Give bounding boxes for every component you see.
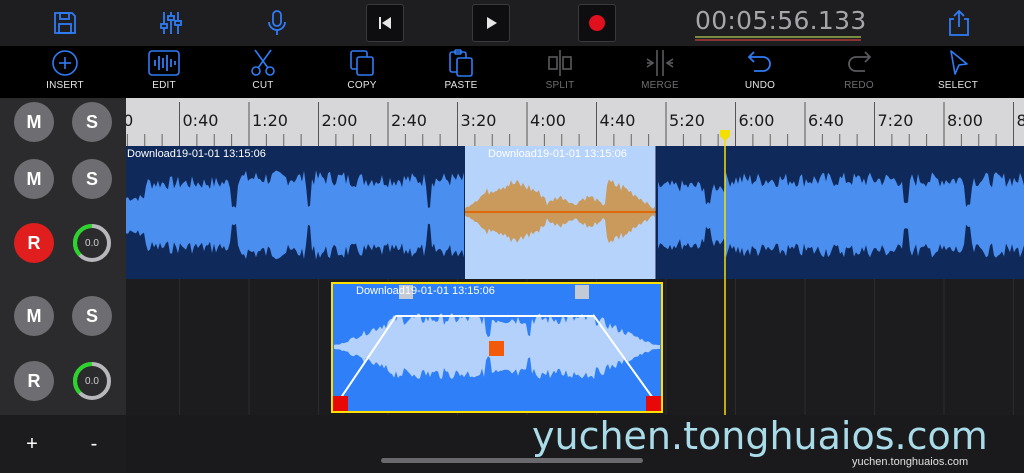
skip-back-icon <box>379 17 391 29</box>
watermark: yuchen.tonghuaios.com <box>532 414 988 458</box>
play-icon <box>487 17 497 29</box>
ruler-controls: M S <box>0 98 126 146</box>
ruler-tick-label: 2:40 <box>391 111 427 130</box>
ruler-tick-label: 0:40 <box>183 111 219 130</box>
track-2-solo-button[interactable]: S <box>72 296 112 336</box>
split-icon <box>548 50 572 76</box>
merge-icon <box>646 50 674 76</box>
undo-label: UNDO <box>744 80 776 91</box>
fade-out-handle <box>575 285 589 299</box>
playhead-marker <box>720 130 730 141</box>
audio-editor: 00:05:56.133 INSERT EDIT CUT COPY PASTE <box>0 0 1024 473</box>
edit-toolbar: INSERT EDIT CUT COPY PASTE SPLIT MERGE U… <box>0 46 1024 98</box>
track-1-controls: M S R 0.0 <box>0 146 126 279</box>
record-button[interactable] <box>578 4 616 42</box>
redo-button[interactable]: REDO <box>819 48 899 96</box>
track-1-solo-button[interactable]: S <box>72 159 112 199</box>
select-label: SELECT <box>937 80 979 91</box>
microphone-icon[interactable] <box>258 4 296 42</box>
ruler-tick-label: 3:20 <box>461 111 497 130</box>
save-icon[interactable] <box>46 4 84 42</box>
paste-label: PASTE <box>444 80 478 91</box>
share-icon[interactable] <box>940 4 978 42</box>
copy-button[interactable]: COPY <box>322 48 402 96</box>
home-indicator[interactable] <box>381 458 643 463</box>
record-icon <box>589 15 605 31</box>
ruler-ticks: 00 0:40 1:20 2:00 2:40 3:20 4:00 4:40 5:20 6:00 6:… <box>126 102 1024 146</box>
copy-icon <box>350 50 374 76</box>
track-2-canvas <box>109 279 1014 415</box>
timeline-ruler[interactable]: 00 0:40 1:20 2:00 2:40 3:20 4:00 4:40 5:20 6:00 6:… <box>126 98 1024 146</box>
clip-start-handle <box>333 396 348 411</box>
ruler-tick-label: 4:40 <box>600 111 636 130</box>
ruler-tick-label: 5:20 <box>669 111 705 130</box>
cut-label: CUT <box>252 80 274 91</box>
merge-button[interactable]: MERGE <box>620 48 700 96</box>
track-1-waveform <box>126 146 1024 279</box>
undo-icon <box>747 51 771 72</box>
plus-circle-icon <box>52 50 78 76</box>
split-label: SPLIT <box>545 80 575 91</box>
paste-icon <box>449 49 473 77</box>
cut-button[interactable]: CUT <box>223 48 303 96</box>
add-track-button[interactable]: + <box>22 433 42 457</box>
track-1-mute-button[interactable]: M <box>14 159 54 199</box>
redo-icon <box>848 51 872 72</box>
track-2-volume-knob[interactable]: 0.0 <box>72 361 112 401</box>
track-add-remove: + - <box>0 415 126 473</box>
mixer-icon[interactable] <box>152 4 190 42</box>
watermark-small: yuchen.tonghuaios.com <box>852 456 969 468</box>
edit-label: EDIT <box>152 80 176 91</box>
track-1-record-button[interactable]: R <box>14 223 54 263</box>
track-2-lane[interactable]: Download19-01-01 13:15:06 <box>109 279 1024 415</box>
track-2-mute-button[interactable]: M <box>14 296 54 336</box>
ruler-tick-label: 00 <box>126 111 133 130</box>
track-1-clip-label: Download19-01-01 13:15:06 <box>127 148 266 160</box>
track-1-lane[interactable]: Download19-01-01 13:15:06 Download19-01-… <box>126 146 1024 279</box>
track-2-record-button[interactable]: R <box>14 361 54 401</box>
edit-button[interactable]: EDIT <box>124 48 204 96</box>
redo-label: REDO <box>844 80 874 91</box>
insert-label: INSERT <box>46 80 84 91</box>
global-solo-button[interactable]: S <box>72 102 112 142</box>
ruler-tick-label: 6:40 <box>808 111 844 130</box>
track-1-selected-clip-label: Download19-01-01 13:15:06 <box>488 148 627 160</box>
clip-end-handle <box>646 396 661 411</box>
playhead[interactable] <box>718 126 732 418</box>
ruler-tick-label: 8 <box>1017 111 1024 130</box>
level-meter-right <box>695 39 861 41</box>
skip-back-button[interactable] <box>366 4 404 42</box>
merge-label: MERGE <box>641 80 679 91</box>
track-1-volume-value: 0.0 <box>85 237 99 249</box>
scissors-icon <box>251 49 275 76</box>
track-1-volume-knob[interactable]: 0.0 <box>72 223 112 263</box>
track-2-volume-value: 0.0 <box>85 375 99 387</box>
play-button[interactable] <box>472 4 510 42</box>
copy-label: COPY <box>347 80 377 91</box>
ruler-tick-label: 2:00 <box>322 111 358 130</box>
insert-button[interactable]: INSERT <box>25 48 105 96</box>
track-2-controls: M S R 0.0 <box>0 279 126 415</box>
split-button[interactable]: SPLIT <box>520 48 600 96</box>
transport-bar: 00:05:56.133 <box>0 0 1024 46</box>
gain-handle <box>489 341 504 356</box>
ruler-tick-label: 4:00 <box>530 111 566 130</box>
ruler-tick-label: 6:00 <box>739 111 775 130</box>
level-meter-left <box>695 36 861 38</box>
cursor-icon <box>950 50 968 75</box>
paste-button[interactable]: PASTE <box>421 48 501 96</box>
remove-track-button[interactable]: - <box>84 433 104 457</box>
timecode-display: 00:05:56.133 <box>695 6 867 35</box>
ruler-tick-label: 7:20 <box>878 111 914 130</box>
ruler-tick-label: 1:20 <box>252 111 288 130</box>
global-mute-button[interactable]: M <box>14 102 54 142</box>
track-2-clip-label: Download19-01-01 13:15:06 <box>356 285 495 297</box>
select-button[interactable]: SELECT <box>918 48 998 96</box>
undo-button[interactable]: UNDO <box>720 48 800 96</box>
ruler-tick-label: 8:00 <box>947 111 983 130</box>
waveform-edit-icon <box>148 50 180 76</box>
